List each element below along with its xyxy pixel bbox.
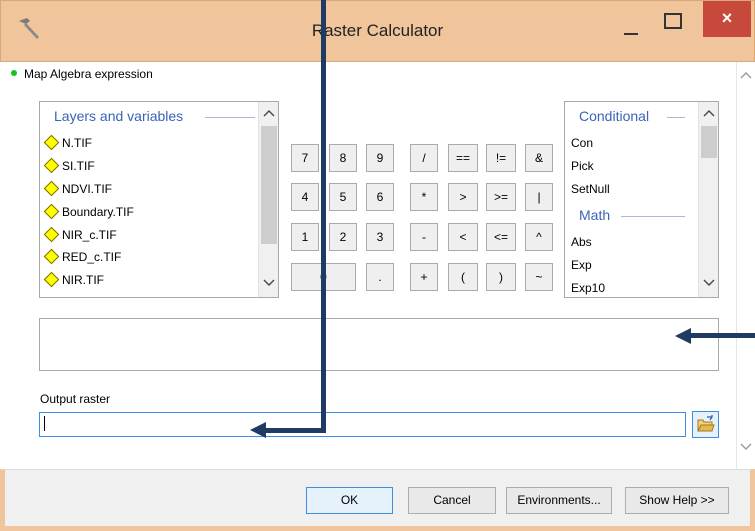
layer-item[interactable]: NDVI.TIF bbox=[43, 180, 112, 197]
key-equal[interactable]: == bbox=[448, 144, 478, 172]
key-8[interactable]: 8 bbox=[329, 144, 357, 172]
key-6[interactable]: 6 bbox=[366, 183, 394, 211]
key-9[interactable]: 9 bbox=[366, 144, 394, 172]
raster-layer-icon bbox=[43, 271, 60, 288]
open-folder-icon bbox=[697, 415, 715, 432]
environments-button[interactable]: Environments... bbox=[506, 487, 612, 514]
key-less-equal[interactable]: <= bbox=[486, 223, 516, 251]
tools-list[interactable]: Conditional Con Pick SetNull Math Abs Ex… bbox=[564, 101, 719, 298]
annotation-arrowhead-left-icon bbox=[675, 328, 691, 344]
raster-layer-icon bbox=[43, 157, 60, 174]
key-1[interactable]: 1 bbox=[291, 223, 319, 251]
key-xor[interactable]: ^ bbox=[525, 223, 553, 251]
key-minus[interactable]: - bbox=[410, 223, 438, 251]
tools-scrollbar[interactable] bbox=[698, 102, 718, 297]
key-3[interactable]: 3 bbox=[366, 223, 394, 251]
key-or[interactable]: | bbox=[525, 183, 553, 211]
scroll-down-icon[interactable] bbox=[703, 278, 715, 288]
key-plus[interactable]: + bbox=[410, 263, 438, 291]
text-cursor bbox=[44, 416, 45, 431]
layer-item[interactable]: Boundary.TIF bbox=[43, 203, 134, 220]
layer-item[interactable]: RED_c.TIF bbox=[43, 248, 121, 265]
key-4[interactable]: 4 bbox=[291, 183, 319, 211]
key-5[interactable]: 5 bbox=[329, 183, 357, 211]
header-divider bbox=[667, 117, 685, 118]
layer-item[interactable]: N.TIF bbox=[43, 134, 92, 151]
close-button[interactable]: × bbox=[703, 1, 751, 37]
show-help-button[interactable]: Show Help >> bbox=[625, 487, 729, 514]
key-close-paren[interactable]: ) bbox=[486, 263, 516, 291]
layer-item[interactable]: NIR.TIF bbox=[43, 271, 104, 288]
expression-label: Map Algebra expression bbox=[24, 67, 153, 81]
layers-scrollbar[interactable] bbox=[258, 102, 278, 297]
scroll-up-icon[interactable] bbox=[263, 108, 275, 118]
annotation-arrowhead-left-icon bbox=[250, 422, 266, 438]
layers-list[interactable]: Layers and variables N.TIF SI.TIF NDVI.T… bbox=[39, 101, 279, 298]
annotation-line-vertical bbox=[321, 0, 326, 433]
dialog-scrollbar[interactable] bbox=[736, 62, 755, 469]
tool-item[interactable]: Exp bbox=[571, 258, 592, 272]
header-divider bbox=[205, 117, 255, 118]
expression-textbox[interactable] bbox=[39, 318, 719, 371]
key-not-equal[interactable]: != bbox=[486, 144, 516, 172]
raster-layer-icon bbox=[43, 203, 60, 220]
raster-layer-icon bbox=[43, 180, 60, 197]
output-raster-input[interactable] bbox=[39, 412, 686, 437]
ok-button[interactable]: OK bbox=[306, 487, 393, 514]
title-bar: Raster Calculator × bbox=[0, 0, 755, 62]
section-header-conditional: Conditional bbox=[579, 108, 650, 124]
scroll-up-icon[interactable] bbox=[703, 108, 715, 118]
cancel-button[interactable]: Cancel bbox=[408, 487, 496, 514]
scroll-thumb[interactable] bbox=[701, 126, 717, 158]
tool-item[interactable]: Pick bbox=[571, 159, 594, 173]
status-dot-icon bbox=[11, 70, 17, 76]
key-not[interactable]: ~ bbox=[525, 263, 553, 291]
annotation-line-right bbox=[690, 333, 755, 338]
minimize-icon[interactable] bbox=[621, 15, 645, 37]
annotation-line-horizontal bbox=[262, 428, 326, 433]
scroll-thumb[interactable] bbox=[261, 126, 277, 244]
key-less[interactable]: < bbox=[448, 223, 478, 251]
raster-layer-icon bbox=[43, 248, 60, 265]
key-divide[interactable]: / bbox=[410, 144, 438, 172]
layers-header: Layers and variables bbox=[54, 108, 184, 124]
key-2[interactable]: 2 bbox=[329, 223, 357, 251]
tool-item[interactable]: Abs bbox=[571, 235, 592, 249]
raster-layer-icon bbox=[43, 226, 60, 243]
browse-button[interactable] bbox=[692, 411, 719, 438]
key-multiply[interactable]: * bbox=[410, 183, 438, 211]
key-decimal[interactable]: . bbox=[366, 263, 394, 291]
scroll-up-icon[interactable] bbox=[740, 70, 752, 80]
scroll-down-icon[interactable] bbox=[740, 442, 752, 452]
maximize-icon[interactable] bbox=[661, 9, 687, 35]
raster-layer-icon bbox=[43, 134, 60, 151]
key-greater[interactable]: > bbox=[448, 183, 478, 211]
key-open-paren[interactable]: ( bbox=[448, 263, 478, 291]
scroll-down-icon[interactable] bbox=[263, 278, 275, 288]
key-7[interactable]: 7 bbox=[291, 144, 319, 172]
key-greater-equal[interactable]: >= bbox=[486, 183, 516, 211]
output-raster-label: Output raster bbox=[40, 392, 111, 406]
header-divider bbox=[621, 216, 685, 217]
section-header-math: Math bbox=[579, 207, 611, 223]
layer-item[interactable]: SI.TIF bbox=[43, 157, 95, 174]
layer-item[interactable]: NIR_c.TIF bbox=[43, 226, 117, 243]
tool-item[interactable]: Exp10 bbox=[571, 281, 605, 295]
tool-item[interactable]: Con bbox=[571, 136, 593, 150]
tool-item[interactable]: SetNull bbox=[571, 182, 610, 196]
key-and[interactable]: & bbox=[525, 144, 553, 172]
